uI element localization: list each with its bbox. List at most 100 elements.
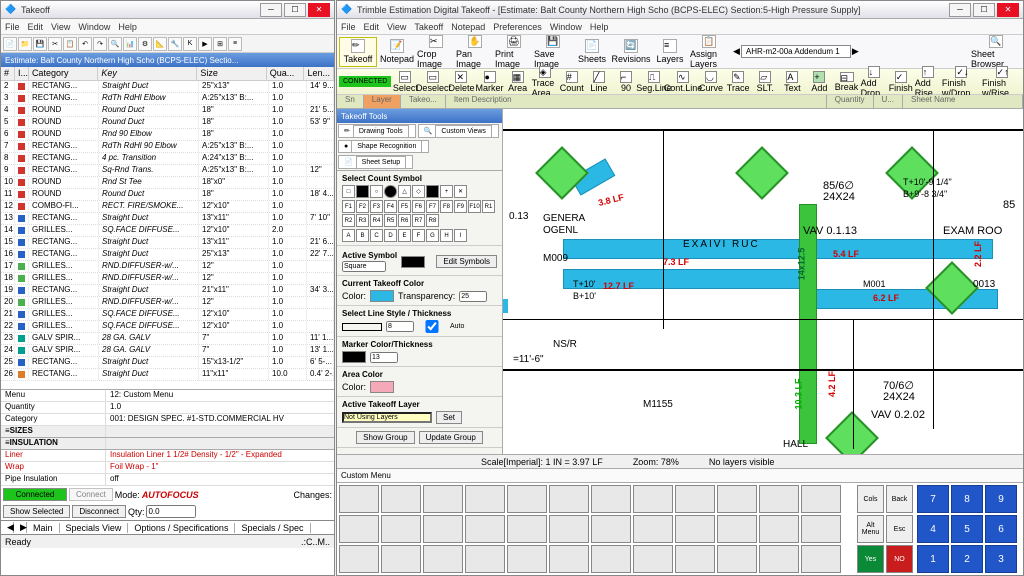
- grid-row[interactable]: 20GRILLES...RND.DIFFUSER-w/...12"1.0: [1, 297, 334, 309]
- grid-row[interactable]: 10ROUNDRnd St Tee18"x0"1.0: [1, 177, 334, 189]
- palette-item[interactable]: [717, 545, 757, 573]
- sheet-dropdown[interactable]: AHR-m2-00a Addendum 1: [741, 45, 851, 58]
- sym-B[interactable]: B: [356, 229, 369, 242]
- sym-E[interactable]: E: [398, 229, 411, 242]
- palette-item[interactable]: [717, 485, 757, 513]
- tool-crop[interactable]: ✂Crop Image: [417, 37, 455, 67]
- tool-add-drop[interactable]: ↓Add Drop: [861, 66, 887, 98]
- key-2[interactable]: 2: [951, 545, 983, 573]
- diffuser[interactable]: [735, 146, 789, 200]
- grid-row[interactable]: 18GRILLES...RND.DIFFUSER-w/...12"1.0: [1, 273, 334, 285]
- tool-assign-layers[interactable]: 📋Assign Layers: [690, 37, 728, 67]
- tab-specials-spec[interactable]: Specials / Spec: [235, 523, 310, 533]
- tb-icon[interactable]: 📄: [3, 37, 17, 51]
- tab-custom-views[interactable]: 🔍 Custom Views: [418, 124, 499, 138]
- sym-F6[interactable]: F6: [412, 200, 425, 213]
- palette-item[interactable]: [759, 485, 799, 513]
- sym-D[interactable]: D: [384, 229, 397, 242]
- key-6[interactable]: 6: [985, 515, 1017, 543]
- col-key[interactable]: Key: [98, 67, 197, 80]
- grid-row[interactable]: 6ROUNDRnd 90 Elbow18"1.0: [1, 129, 334, 141]
- tb-icon[interactable]: ▶: [198, 37, 212, 51]
- val-cat[interactable]: 001: DESIGN SPEC. #1-STD.COMMERCIAL HV: [106, 414, 334, 425]
- yes-button[interactable]: Yes: [857, 545, 884, 573]
- sym-circle-f[interactable]: [384, 185, 397, 198]
- palette-item[interactable]: [633, 545, 673, 573]
- line-thick-input[interactable]: [386, 321, 414, 332]
- connect-button[interactable]: Connect: [69, 488, 113, 501]
- col-num[interactable]: #: [1, 67, 15, 80]
- duct[interactable]: [563, 239, 993, 259]
- tab-shape-rec[interactable]: ● Shape Recognition: [338, 140, 429, 153]
- sym-square[interactable]: □: [342, 185, 355, 198]
- key-5[interactable]: 5: [951, 515, 983, 543]
- menu-file[interactable]: File: [5, 22, 20, 32]
- grid-row[interactable]: 26RECTANG...Straight Duct11"x11"10.00.4'…: [1, 369, 334, 381]
- no-button[interactable]: NO: [886, 545, 913, 573]
- col-len[interactable]: Len...: [304, 67, 334, 80]
- sym-F7[interactable]: F7: [426, 200, 439, 213]
- tb-icon[interactable]: ↶: [78, 37, 92, 51]
- col-size[interactable]: Size: [197, 67, 266, 80]
- tb-icon[interactable]: 📋: [63, 37, 77, 51]
- show-group-button[interactable]: Show Group: [356, 431, 414, 444]
- qty-input[interactable]: [146, 505, 196, 518]
- tool-layers[interactable]: ≡Layers: [651, 37, 689, 67]
- color-swatch[interactable]: [370, 290, 394, 302]
- tb-icon[interactable]: ✂: [48, 37, 62, 51]
- palette-item[interactable]: [381, 485, 421, 513]
- close-button[interactable]: ✕: [997, 3, 1019, 17]
- val-wrap[interactable]: Foil Wrap - 1": [106, 462, 334, 473]
- tool-finish-drop[interactable]: ✓↓Finish w/Drop: [942, 66, 981, 98]
- tool-deselect[interactable]: ▭Deselect: [419, 71, 447, 93]
- palette-item[interactable]: [339, 545, 379, 573]
- tool-text[interactable]: AText: [779, 71, 805, 93]
- tb-icon[interactable]: ⚙: [138, 37, 152, 51]
- disconnect-button[interactable]: Disconnect: [72, 505, 126, 518]
- sym-C[interactable]: C: [370, 229, 383, 242]
- tool-finish[interactable]: ✓Finish: [888, 71, 914, 93]
- tab-sheet-setup[interactable]: 📄 Sheet Setup: [338, 155, 413, 169]
- tb-icon[interactable]: 📊: [123, 37, 137, 51]
- esc-button[interactable]: Esc: [886, 515, 913, 543]
- tb-icon[interactable]: ≡: [228, 37, 242, 51]
- sym-x[interactable]: ✕: [454, 185, 467, 198]
- palette-item[interactable]: [801, 545, 841, 573]
- key-1[interactable]: 1: [917, 545, 949, 573]
- tool-sheets[interactable]: 📄Sheets: [573, 37, 611, 67]
- minimize-button[interactable]: ─: [949, 3, 971, 17]
- sym-F4[interactable]: F4: [384, 200, 397, 213]
- palette-item[interactable]: [591, 545, 631, 573]
- grid-row[interactable]: 8RECTANG...4 pc. TransitionA:24"x13" B:.…: [1, 153, 334, 165]
- key-8[interactable]: 8: [951, 485, 983, 513]
- sym-R8[interactable]: R8: [426, 214, 439, 227]
- titlebar-right[interactable]: 🔷 Trimble Estimation Digital Takeoff - […: [337, 1, 1023, 19]
- palette-item[interactable]: [591, 485, 631, 513]
- tool-sheet-browser[interactable]: 🔍Sheet Browser: [971, 37, 1021, 67]
- palette-item[interactable]: [465, 515, 505, 543]
- palette-item[interactable]: [759, 545, 799, 573]
- sym-square-f[interactable]: [356, 185, 369, 198]
- palette-item[interactable]: [675, 515, 715, 543]
- tool-delete[interactable]: ✕Delete: [448, 71, 474, 93]
- tool-break[interactable]: ⊟Break: [833, 72, 859, 92]
- palette-item[interactable]: [717, 515, 757, 543]
- tool-save[interactable]: 💾Save Image: [534, 37, 572, 67]
- grid-row[interactable]: 22GRILLES...SQ.FACE DIFFUSE...12"x10"1.0: [1, 321, 334, 333]
- grid-row[interactable]: 21GRILLES...SQ.FACE DIFFUSE...12"x10"1.0: [1, 309, 334, 321]
- menu-window[interactable]: Window: [78, 22, 110, 32]
- tool-line[interactable]: ╱Line: [586, 71, 612, 93]
- tool-select[interactable]: ▭Select: [392, 71, 418, 93]
- sym-F3[interactable]: F3: [370, 200, 383, 213]
- sym-F1[interactable]: F1: [342, 200, 355, 213]
- tab-main[interactable]: Main: [27, 523, 60, 533]
- tool-takeoff[interactable]: ✏Takeoff: [339, 37, 377, 67]
- palette-item[interactable]: [675, 485, 715, 513]
- palette-item[interactable]: [423, 485, 463, 513]
- lbl-insul[interactable]: ≡INSULATION: [1, 438, 106, 449]
- sym-R4[interactable]: R4: [370, 214, 383, 227]
- tool-add[interactable]: +Add: [806, 71, 832, 93]
- grid-row[interactable]: 24GALV SPIR...28 GA. GALV7"1.013' 1...: [1, 345, 334, 357]
- menu-file[interactable]: File: [341, 22, 356, 32]
- menu-help[interactable]: Help: [590, 22, 609, 32]
